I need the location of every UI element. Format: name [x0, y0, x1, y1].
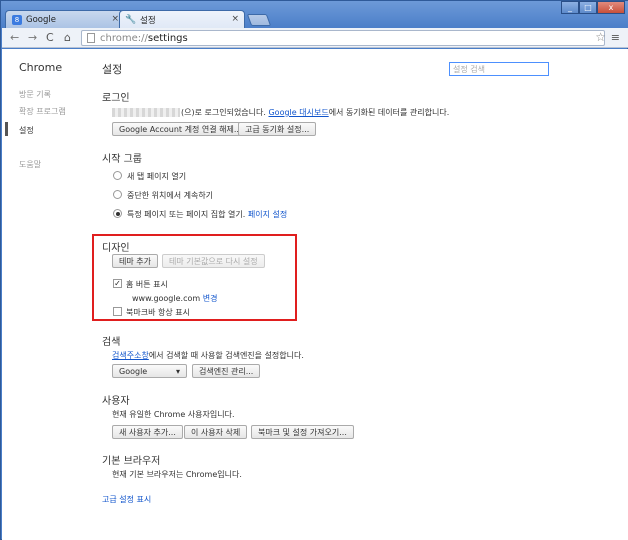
address-bar[interactable]: chrome:// settings [81, 30, 605, 46]
search-section-title: 검색 [102, 337, 121, 348]
close-icon[interactable]: × [231, 14, 239, 24]
reload-icon[interactable]: C [46, 31, 54, 44]
browser-window: 8 Google × 🔧 설정 × _ □ x ← → C ⌂ chrome:/… [0, 0, 628, 540]
settings-search-input[interactable]: 설정 검색 [449, 62, 549, 76]
forward-arrow-icon[interactable]: → [28, 31, 37, 44]
startup-option-label: 새 탭 페이지 열기 [127, 172, 187, 181]
bookmarks-bar-label: 북마크바 항상 표시 [126, 308, 190, 317]
minimize-button[interactable]: _ [561, 1, 579, 14]
change-home-link[interactable]: 변경 [203, 294, 218, 303]
advanced-sync-button[interactable]: 고급 동기화 설정... [238, 122, 317, 136]
redacted-email [112, 108, 180, 117]
sidebar-item-help[interactable]: 도움말 [19, 159, 41, 170]
menu-icon[interactable]: ≡ [611, 31, 620, 44]
bookmarks-bar-checkbox[interactable] [113, 307, 122, 316]
omnibox-link[interactable]: 검색주소창 [112, 351, 149, 360]
tab-google[interactable]: 8 Google × [5, 10, 125, 29]
search-engine-select[interactable]: Google ▾ [112, 364, 187, 378]
close-window-button[interactable]: x [597, 1, 625, 14]
startup-section-title: 시작 그룹 [102, 154, 142, 165]
show-home-button-checkbox[interactable]: ✓ [113, 279, 122, 288]
dropdown-arrow-icon: ▾ [175, 366, 180, 376]
startup-option-label: 특정 페이지 또는 페이지 집합 열기. 페이지 설정 [127, 210, 288, 219]
sidebar-item-history[interactable]: 방문 기록 [19, 89, 51, 100]
appearance-section-title: 디자인 [102, 243, 130, 254]
close-icon[interactable]: × [111, 14, 119, 24]
disconnect-account-button[interactable]: Google Account 계정 연결 해제... [112, 122, 249, 136]
home-icon[interactable]: ⌂ [64, 31, 71, 44]
new-tab-button[interactable] [246, 14, 272, 26]
google-g-icon: 8 [12, 15, 22, 25]
tab-settings[interactable]: 🔧 설정 × [119, 10, 245, 29]
google-dashboard-link[interactable]: Google 대시보드 [268, 108, 328, 117]
default-browser-section-title: 기본 브라우저 [102, 456, 161, 467]
users-section-title: 사용자 [102, 396, 130, 407]
tab-label: Google [26, 15, 56, 25]
sidebar-selection-indicator [5, 122, 8, 136]
settings-page: Chrome 방문 기록 확장 프로그램 설정 도움말 설정 설정 검색 로그인… [2, 49, 628, 540]
default-browser-description: 현재 기본 브라우저는 Chrome입니다. [112, 470, 242, 479]
sidebar-brand: Chrome [19, 61, 63, 74]
set-pages-link[interactable]: 페이지 설정 [248, 210, 287, 219]
signin-section-title: 로그인 [102, 93, 130, 104]
wrench-icon: 🔧 [125, 15, 137, 25]
tab-label: 설정 [140, 16, 156, 26]
startup-radio-newtab[interactable] [113, 171, 122, 180]
signin-status-text: (으)로 로그인되었습니다. Google 대시보드에서 동기화된 데이터를 관… [112, 107, 449, 118]
title-bar: 8 Google × 🔧 설정 × _ □ x [1, 1, 628, 29]
get-themes-button[interactable]: 테마 추가 [112, 254, 158, 268]
url-path: settings [147, 32, 188, 44]
home-url-text: www.google.com 변경 [132, 294, 218, 303]
users-description: 현재 유일한 Chrome 사용자입니다. [112, 410, 235, 419]
add-user-button[interactable]: 새 사용자 추가... [112, 425, 183, 439]
sidebar-item-extensions[interactable]: 확장 프로그램 [19, 106, 66, 117]
manage-search-engines-button[interactable]: 검색엔진 관리... [192, 364, 261, 378]
import-bookmarks-button[interactable]: 북마크 및 설정 가져오기... [251, 425, 354, 439]
back-arrow-icon[interactable]: ← [10, 31, 19, 44]
sidebar-item-settings[interactable]: 설정 [19, 125, 34, 136]
page-icon [87, 33, 95, 43]
delete-user-button[interactable]: 이 사용자 삭제 [184, 425, 248, 439]
bookmark-star-icon[interactable]: ☆ [595, 30, 606, 44]
show-home-button-label: 홈 버튼 표시 [126, 280, 168, 289]
page-title: 설정 [102, 63, 123, 76]
browser-toolbar: ← → C ⌂ chrome:// settings ☆ ≡ [2, 28, 628, 48]
window-controls: _ □ x [561, 1, 625, 14]
advanced-settings-link[interactable]: 고급 설정 표시 [102, 494, 151, 505]
search-description: 검색주소창에서 검색할 때 사용할 검색엔진을 설정합니다. [112, 351, 304, 360]
startup-option-label: 중단한 위치에서 계속하기 [127, 191, 214, 200]
maximize-button[interactable]: □ [579, 1, 597, 14]
startup-radio-specific-pages[interactable] [113, 209, 122, 218]
url-scheme: chrome:// [100, 32, 148, 44]
startup-radio-continue[interactable] [113, 190, 122, 199]
reset-theme-button[interactable]: 테마 기본값으로 다시 설정 [162, 254, 265, 268]
